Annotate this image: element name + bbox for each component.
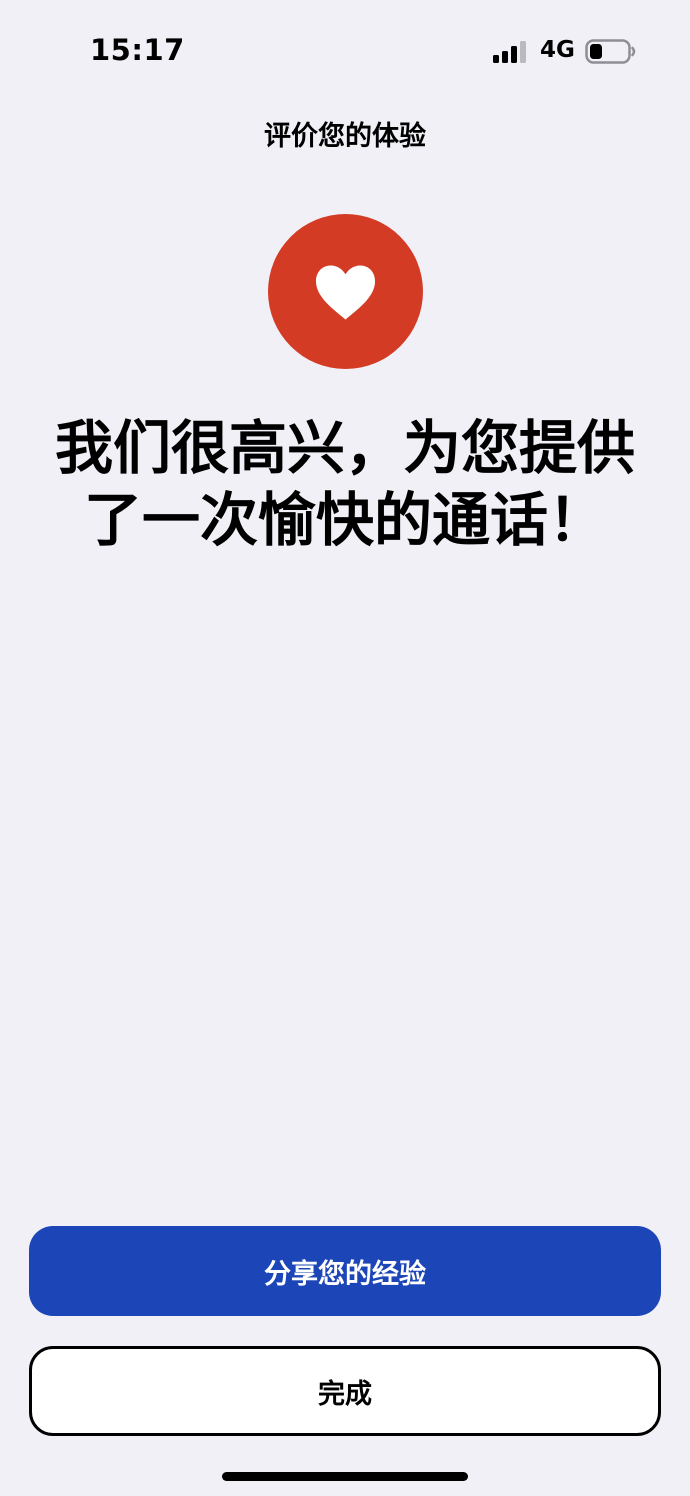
heart-badge xyxy=(268,214,423,369)
home-indicator[interactable] xyxy=(222,1472,468,1481)
done-button[interactable]: 完成 xyxy=(29,1346,661,1436)
signal-icon xyxy=(493,41,526,63)
heart-icon xyxy=(315,265,376,320)
share-experience-label: 分享您的经验 xyxy=(264,1258,426,1290)
network-type: 4G xyxy=(540,37,575,63)
status-time: 15:17 xyxy=(90,33,185,67)
battery-icon xyxy=(585,39,636,64)
page-title: 评价您的体验 xyxy=(264,121,426,152)
headline: 我们很高兴，为您提供了一次愉快的通话！ xyxy=(54,414,635,554)
share-experience-button[interactable]: 分享您的经验 xyxy=(29,1226,661,1316)
status-bar: 15:17 4G xyxy=(0,0,690,100)
done-label: 完成 xyxy=(318,1378,372,1410)
